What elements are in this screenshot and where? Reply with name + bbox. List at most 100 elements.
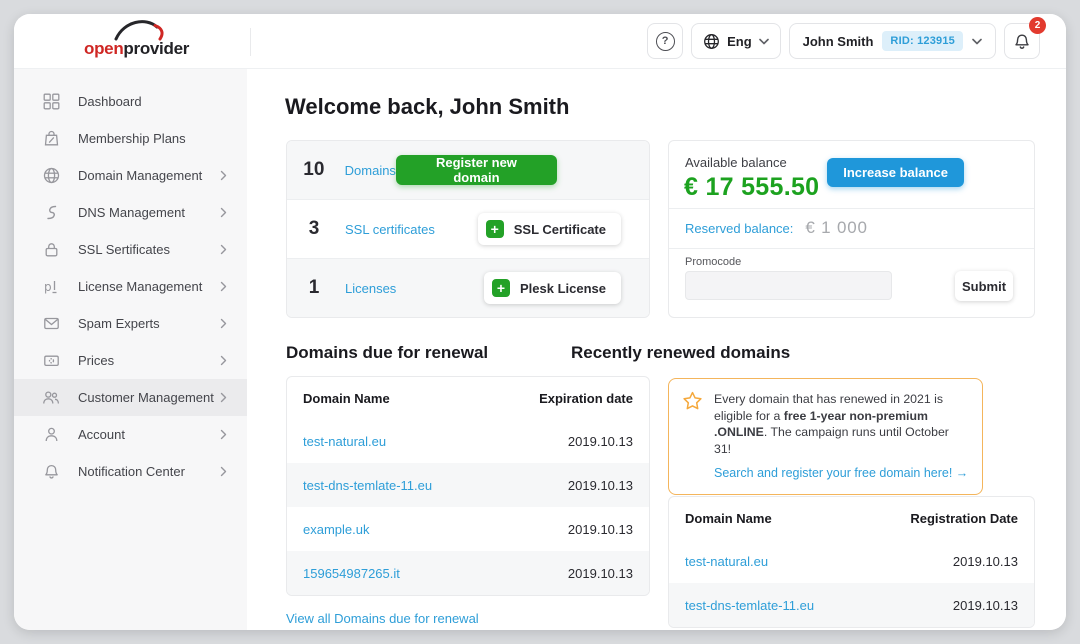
submit-promocode-button[interactable]: Submit <box>955 271 1013 301</box>
stat-row-licenses: 1 Licenses + Plesk License <box>287 258 649 317</box>
logo-text: openprovider <box>84 39 189 59</box>
domain-link[interactable]: test-natural.eu <box>303 434 386 449</box>
mail-icon <box>41 315 61 332</box>
campaign-text: Every domain that has renewed in 2021 is… <box>714 391 969 482</box>
reserved-balance-link[interactable]: Reserved balance: <box>685 221 793 236</box>
chevron-right-icon <box>220 466 227 477</box>
promocode-input[interactable] <box>685 271 892 300</box>
user-menu[interactable]: John Smith RID: 123915 <box>789 23 996 59</box>
sidebar-item-prices[interactable]: Prices <box>14 342 247 379</box>
table-row: test-natural.eu 2019.10.13 <box>287 419 649 463</box>
button-label: Plesk License <box>520 281 606 296</box>
chevron-right-icon <box>220 207 227 218</box>
sidebar-item-account[interactable]: Account <box>14 416 247 453</box>
sidebar-item-label: Domain Management <box>78 168 202 183</box>
stat-row-domains: 10 Domains Register new domain <box>287 141 649 199</box>
user-name: John Smith <box>803 34 874 49</box>
chevron-down-icon <box>759 38 769 45</box>
ssl-count: 3 <box>300 218 328 240</box>
licenses-link[interactable]: Licenses <box>345 281 396 296</box>
expiration-date: 2019.10.13 <box>568 566 633 581</box>
notification-count-badge: 2 <box>1029 17 1046 34</box>
domains-link[interactable]: Domains <box>345 163 396 178</box>
sidebar-item-label: Customer Management <box>78 390 214 405</box>
renewed-table: Domain Name Registration Date test-natur… <box>668 496 1035 628</box>
bell-icon <box>41 463 61 480</box>
page-title: Welcome back, John Smith <box>285 94 569 120</box>
sidebar-item-notification-center[interactable]: Notification Center <box>14 453 247 490</box>
domain-link[interactable]: 159654987265.it <box>303 566 400 581</box>
sidebar-item-dashboard[interactable]: Dashboard <box>14 83 247 120</box>
stats-card: 10 Domains Register new domain 3 SSL cer… <box>286 140 650 318</box>
header-divider <box>250 28 251 56</box>
person-icon <box>41 426 61 443</box>
sidebar-item-customer-management[interactable]: Customer Management <box>14 379 247 416</box>
domain-link[interactable]: test-dns-temlate-11.eu <box>303 478 432 493</box>
promocode-label: Promocode <box>685 256 741 268</box>
add-plesk-license-button[interactable]: + Plesk License <box>484 272 621 304</box>
table-row: 159654987265.it 2019.10.13 <box>287 551 649 595</box>
domain-link[interactable]: example.uk <box>303 522 369 537</box>
dashboard-icon <box>41 93 61 110</box>
lock-icon <box>41 241 61 258</box>
table-row: test-natural.eu 2019.10.13 <box>669 539 1034 583</box>
sidebar-item-spam-experts[interactable]: Spam Experts <box>14 305 247 342</box>
divider <box>669 248 1034 249</box>
available-balance-label: Available balance <box>685 155 787 170</box>
column-header-expiration: Expiration date <box>539 391 633 406</box>
sidebar-item-ssl-sertificates[interactable]: SSL Sertificates <box>14 231 247 268</box>
sidebar-item-label: License Management <box>78 279 202 294</box>
sidebar-item-dns-management[interactable]: DNS Management <box>14 194 247 231</box>
domains-count: 10 <box>300 159 328 181</box>
sidebar-item-label: Spam Experts <box>78 316 160 331</box>
column-header-registration: Registration Date <box>910 511 1018 526</box>
add-ssl-certificate-button[interactable]: + SSL Certificate <box>478 213 621 245</box>
chevron-right-icon <box>220 281 227 292</box>
sidebar-item-label: Prices <box>78 353 114 368</box>
expiration-date: 2019.10.13 <box>568 522 633 537</box>
increase-balance-button[interactable]: Increase balance <box>827 158 964 187</box>
openprovider-logo[interactable]: openprovider <box>84 21 204 61</box>
chevron-right-icon <box>220 170 227 181</box>
campaign-banner: Every domain that has renewed in 2021 is… <box>668 378 983 495</box>
register-new-domain-button[interactable]: Register new domain <box>396 155 557 185</box>
globe-icon <box>703 33 720 50</box>
table-row: example.uk 2019.10.13 <box>287 507 649 551</box>
chevron-right-icon <box>220 355 227 366</box>
domain-link[interactable]: test-natural.eu <box>685 554 768 569</box>
table-header-row: Domain Name Expiration date <box>287 377 649 419</box>
chevron-right-icon <box>220 429 227 440</box>
renewed-section-title: Recently renewed domains <box>571 343 790 363</box>
sidebar-item-membership-plans[interactable]: Membership Plans <box>14 120 247 157</box>
registration-date: 2019.10.13 <box>953 554 1018 569</box>
logo-arc-icon <box>110 19 174 41</box>
chevron-right-icon <box>220 244 227 255</box>
button-label: SSL Certificate <box>514 222 606 237</box>
sidebar: Dashboard Membership Plans <box>14 69 247 630</box>
help-icon: ? <box>656 32 675 51</box>
sidebar-item-label: SSL Sertificates <box>78 242 170 257</box>
help-button[interactable]: ? <box>647 23 683 59</box>
membership-plans-icon <box>41 130 61 147</box>
sidebar-item-label: Membership Plans <box>78 131 186 146</box>
sidebar-item-license-management[interactable]: p License Management <box>14 268 247 305</box>
app-window: openprovider ? Eng <box>14 14 1066 630</box>
view-all-renewals-link[interactable]: View all Domains due for renewal <box>286 611 479 626</box>
sidebar-item-domain-management[interactable]: Domain Management <box>14 157 247 194</box>
rid-badge: RID: 123915 <box>882 31 963 51</box>
registration-date: 2019.10.13 <box>953 598 1018 613</box>
chevron-down-icon <box>972 38 982 45</box>
reserved-balance-amount: € 1 000 <box>805 218 867 238</box>
licenses-count: 1 <box>300 277 328 299</box>
ssl-certificates-link[interactable]: SSL certificates <box>345 222 435 237</box>
balance-card: Available balance € 17 555.50 Increase b… <box>668 140 1035 318</box>
sidebar-item-label: Dashboard <box>78 94 142 109</box>
language-selector[interactable]: Eng <box>691 23 781 59</box>
globe-icon <box>41 167 61 184</box>
free-domain-link[interactable]: Search and register your free domain her… <box>714 465 968 482</box>
dns-icon <box>41 204 61 221</box>
available-balance-amount: € 17 555.50 <box>684 173 819 202</box>
top-header: openprovider ? Eng <box>14 14 1066 69</box>
notifications-button[interactable]: 2 <box>1004 23 1040 59</box>
domain-link[interactable]: test-dns-temlate-11.eu <box>685 598 814 613</box>
